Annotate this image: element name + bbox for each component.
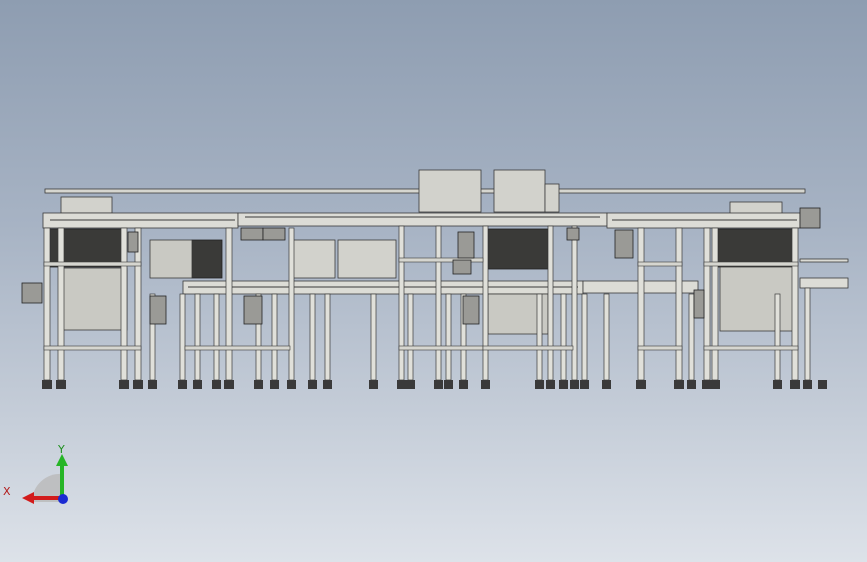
y-axis-label: Y <box>58 443 65 456</box>
conveyor-line-model[interactable] <box>0 0 867 562</box>
x-axis-label: X <box>3 485 11 498</box>
coordinate-triad-icon <box>22 454 68 504</box>
leveling-feet <box>42 380 827 389</box>
cad-viewport[interactable]: X Y <box>0 0 867 562</box>
